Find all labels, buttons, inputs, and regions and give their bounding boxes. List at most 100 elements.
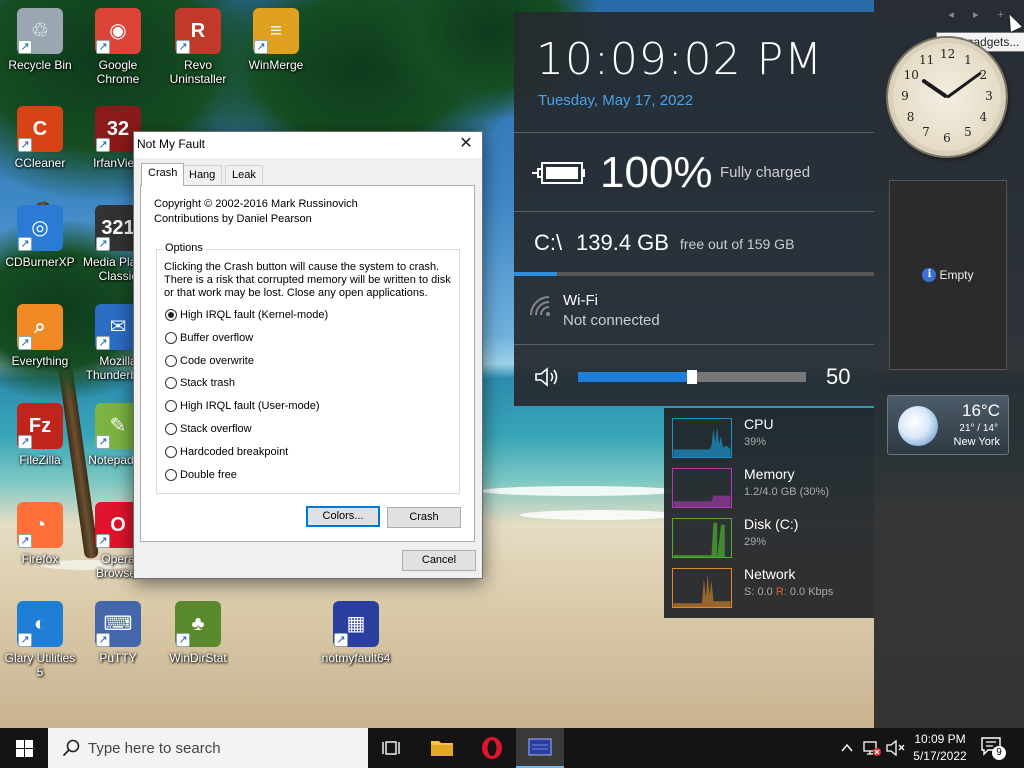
desktop-icon-everything[interactable]: ⌕ ↗ Everything — [0, 298, 80, 386]
moon-icon — [898, 406, 938, 446]
desktop-icon-label: Recycle Bin — [8, 58, 72, 72]
taskbar: Type here to search 10:09 PM 5/17/2022 9 — [0, 728, 1024, 768]
notification-center-button[interactable]: 9 — [980, 736, 1008, 760]
taskbar-search[interactable]: Type here to search — [48, 728, 368, 768]
desktop-icon-firefox[interactable]: ◔ ↗ Firefox — [0, 496, 80, 584]
crash-option-radio[interactable]: Buffer overflow — [165, 330, 253, 346]
system-info-panel: 10:09:02 PM Tuesday, May 17, 2022 100% F… — [514, 12, 874, 406]
radio-button[interactable] — [165, 423, 177, 435]
crash-option-radio[interactable]: High IRQL fault (Kernel-mode) — [165, 307, 328, 323]
network-disconnected-icon[interactable] — [862, 739, 882, 757]
disk-graph — [672, 518, 732, 558]
desktop-icon-label: Google Chrome — [96, 58, 140, 86]
speaker-icon[interactable] — [534, 366, 560, 388]
analog-clock-gadget[interactable]: 12 1 2 3 4 5 6 7 8 9 10 11 — [888, 38, 1006, 156]
volume-muted-icon[interactable] — [886, 739, 906, 757]
crash-option-radio[interactable]: High IRQL fault (User-mode) — [165, 398, 320, 414]
shortcut-arrow-icon: ↗ — [96, 435, 110, 449]
tab-crash[interactable]: Crash — [141, 163, 185, 186]
task-view-button[interactable] — [368, 728, 416, 768]
desktop-icon-ccleaner[interactable]: C ↗ CCleaner — [0, 100, 80, 188]
radio-button[interactable] — [165, 309, 177, 321]
resource-value: 39% — [744, 436, 767, 448]
clock-numeral: 7 — [922, 125, 930, 140]
drive-free-space: 139.4 GB — [576, 230, 669, 255]
clock-numeral: 6 — [943, 131, 951, 145]
file-explorer-button[interactable] — [418, 728, 466, 768]
notmyfault-taskbar-button[interactable] — [516, 728, 564, 768]
radio-button[interactable] — [165, 400, 177, 413]
shortcut-arrow-icon: ↗ — [18, 237, 32, 251]
cpu-graph — [672, 418, 732, 458]
desktop-icon-winmerge[interactable]: ≡ ↗ WinMerge — [236, 2, 316, 90]
radio-button[interactable] — [165, 377, 177, 390]
info-icon: i — [922, 268, 937, 282]
resource-name: CPU — [744, 416, 774, 432]
tab-leak[interactable]: Leak — [225, 165, 263, 185]
desktop-icon-windirstat[interactable]: ♣ ↗ WinDirStat — [158, 595, 238, 683]
volume-fill — [578, 372, 692, 382]
folder-icon — [431, 741, 453, 756]
slideshow-gadget[interactable]: i Empty — [889, 180, 1007, 370]
chevron-up-icon[interactable] — [840, 741, 854, 755]
dialog-titlebar[interactable]: Not My Fault ✕ — [134, 132, 482, 158]
desktop-icon-putty[interactable]: ⌨ ↗ PuTTY — [78, 595, 158, 683]
tab-hang[interactable]: Hang — [182, 165, 223, 185]
close-icon[interactable]: ✕ — [450, 132, 482, 158]
colors-button[interactable]: Colors... — [306, 506, 380, 527]
crash-option-radio[interactable]: Hardcoded breakpoint — [165, 444, 288, 460]
radio-label: Buffer overflow — [180, 331, 254, 344]
drive-usage-bar — [514, 272, 874, 276]
network-receive: 0.0 Kbps — [789, 586, 834, 598]
desktop-icon-notmyfault64[interactable]: ▦ ↗ notmyfault64 — [316, 595, 396, 683]
task-view-icon — [382, 741, 400, 755]
desktop-icon-label: CDBurnerXP — [5, 255, 75, 269]
search-placeholder: Type here to search — [88, 740, 221, 757]
desktop-icon-glary-utilities-5[interactable]: ◐ ↗ Glary Utilities 5 — [0, 595, 80, 683]
notmyfault-dialog: Not My Fault ✕ Crash Hang Leak Copyright… — [133, 131, 483, 579]
start-button[interactable] — [0, 728, 48, 768]
wave — [520, 510, 680, 520]
gadget-nav-arrows[interactable]: ◂ ▸ + — [948, 8, 1012, 21]
resource-name: Disk (C:) — [744, 516, 799, 532]
desktop-icon-revo-uninstaller[interactable]: R ↗ Revo Uninstaller — [158, 2, 238, 90]
tray-clock-date[interactable]: 5/17/2022 — [910, 749, 970, 763]
volume-thumb[interactable] — [687, 370, 697, 384]
crash-button[interactable]: Crash — [387, 507, 461, 528]
crash-tab-page: Copyright © 2002-2016 Mark Russinovich C… — [140, 185, 475, 542]
desktop-icon-google-chrome[interactable]: ◉ ↗ Google Chrome — [78, 2, 158, 90]
desktop-icon-filezilla[interactable]: Fz ↗ FileZilla — [0, 397, 80, 485]
volume-slider[interactable] — [578, 370, 806, 384]
radio-button[interactable] — [165, 445, 177, 458]
crash-option-radio[interactable]: Code overwrite — [165, 353, 254, 369]
radio-button[interactable] — [165, 331, 177, 344]
desktop-icon-cdburnerxp[interactable]: ◎ ↗ CDBurnerXP — [0, 199, 80, 287]
battery-icon — [532, 162, 585, 184]
clock-numeral: 1 — [964, 52, 972, 67]
radio-button[interactable] — [165, 468, 177, 481]
shortcut-arrow-icon: ↗ — [254, 40, 268, 54]
shortcut-arrow-icon: ↗ — [18, 633, 32, 647]
clock-numeral: 12 — [940, 47, 956, 61]
radio-button[interactable] — [165, 354, 177, 367]
network-send: S: 0.0 — [744, 586, 773, 598]
crash-option-radio[interactable]: Stack trash — [165, 375, 235, 391]
copyright-text: Copyright © 2002-2016 Mark Russinovich — [154, 198, 358, 210]
wave — [480, 486, 680, 496]
clock-numeral: 3 — [985, 89, 993, 103]
desktop-icon-label: FileZilla — [19, 453, 61, 467]
resource-value: 1.2/4.0 GB (30%) — [744, 486, 829, 498]
cancel-button[interactable]: Cancel — [402, 550, 476, 571]
opera-taskbar-button[interactable] — [468, 728, 516, 768]
tray-clock-time[interactable]: 10:09 PM — [910, 732, 970, 746]
desktop-icon-recycle-bin[interactable]: ♲ ↗ Recycle Bin — [0, 2, 80, 90]
resource-cpu: CPU 39% — [672, 416, 872, 460]
crash-option-radio[interactable]: Double free — [165, 467, 237, 483]
shortcut-arrow-icon: ↗ — [96, 138, 110, 152]
radio-label: High IRQL fault (User-mode) — [180, 400, 320, 413]
drive-usage-fill — [514, 272, 558, 276]
radio-label: Code overwrite — [180, 354, 254, 367]
crash-option-radio[interactable]: Stack overflow — [165, 421, 252, 437]
weather-gadget[interactable]: 16°C 21° / 14° New York — [887, 395, 1009, 455]
radio-label: Stack overflow — [180, 423, 252, 435]
